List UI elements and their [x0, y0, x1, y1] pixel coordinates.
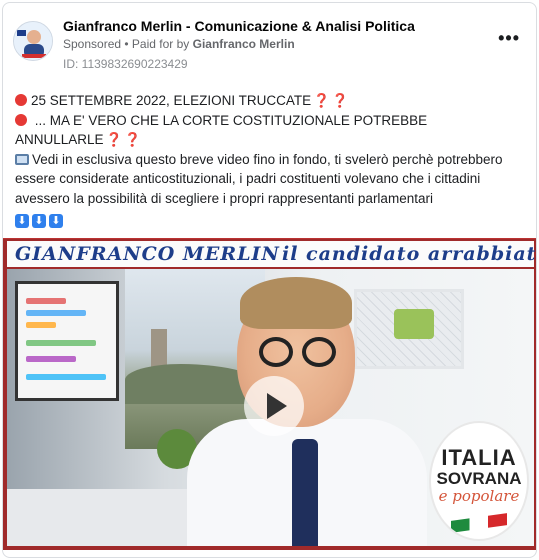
play-button-icon[interactable]	[244, 376, 304, 436]
ad-library-id: ID: 1139832690223429	[63, 57, 188, 71]
speaker-hair	[240, 277, 352, 329]
avatar-portrait-icon	[14, 22, 52, 60]
down-arrow-icon: ⬇	[49, 214, 63, 228]
banner-tagline: il candidato arrabbiato	[282, 243, 537, 265]
arrow-row: ⬇ ⬇ ⬇	[15, 208, 527, 228]
body-line-2-text: ... MA E' VERO CHE LA CORTE COSTITUZIONA…	[31, 112, 428, 128]
italian-flag-icon	[451, 513, 507, 533]
background-desk	[7, 489, 207, 546]
body-line-1: 25 SETTEMBRE 2022, ELEZIONI TRUCCATE ❓ ❓	[15, 91, 527, 111]
question-mark-icon: ❓	[105, 132, 123, 147]
red-circle-icon	[15, 113, 27, 126]
page-avatar[interactable]	[13, 21, 53, 61]
post-header: Gianfranco Merlin - Comunicazione & Anal…	[13, 15, 526, 75]
video-media[interactable]: GIANFRANCO MERLIN il candidato arrabbiat…	[3, 238, 537, 550]
page-name-link[interactable]: Gianfranco Merlin - Comunicazione & Anal…	[63, 18, 415, 34]
paid-for-prefix: • Paid for by	[124, 37, 193, 51]
more-options-icon[interactable]: •••	[498, 29, 520, 47]
sponsored-meta: Sponsored • Paid for by Gianfranco Merli…	[63, 37, 295, 51]
video-banner: GIANFRANCO MERLIN il candidato arrabbiat…	[7, 241, 537, 267]
logo-line-1: ITALIA	[441, 445, 517, 470]
glasses-icon	[259, 337, 293, 367]
body-line-3-text: ANNULLARLE	[15, 132, 104, 147]
speaker-tie	[292, 439, 318, 546]
background-monitor	[15, 281, 119, 401]
background-moss-panel	[394, 309, 434, 339]
body-paragraph-text: Vedi in esclusiva questo breve video fin…	[15, 151, 503, 206]
down-arrow-icon: ⬇	[32, 214, 46, 228]
party-logo: ITALIA SOVRANA e popolare	[429, 421, 529, 541]
down-arrow-icon: ⬇	[15, 214, 29, 228]
logo-line-3: e popolare	[438, 487, 520, 505]
body-line-1-text: 25 SETTEMBRE 2022, ELEZIONI TRUCCATE	[31, 93, 312, 108]
banner-candidate-name: GIANFRANCO MERLIN	[15, 243, 280, 265]
body-paragraph: Vedi in esclusiva questo breve video fin…	[15, 150, 527, 209]
ad-card: Gianfranco Merlin - Comunicazione & Anal…	[2, 2, 537, 558]
glasses-icon	[302, 337, 336, 367]
body-line-3: ANNULLARLE ❓ ❓	[15, 130, 527, 150]
question-mark-icon: ❓	[124, 132, 142, 147]
television-icon	[15, 153, 29, 165]
question-mark-icon: ❓	[331, 93, 349, 108]
red-circle-icon	[15, 94, 27, 106]
paid-for-name[interactable]: Gianfranco Merlin	[193, 37, 295, 51]
video-thumbnail[interactable]: ITALIA SOVRANA e popolare	[7, 269, 534, 546]
body-line-2: ... MA E' VERO CHE LA CORTE COSTITUZIONA…	[15, 111, 527, 131]
post-body: 25 SETTEMBRE 2022, ELEZIONI TRUCCATE ❓ ❓ .…	[15, 91, 527, 228]
logo-line-2: SOVRANA	[436, 469, 522, 488]
question-mark-icon: ❓	[313, 93, 330, 108]
sponsored-label: Sponsored	[63, 37, 122, 51]
